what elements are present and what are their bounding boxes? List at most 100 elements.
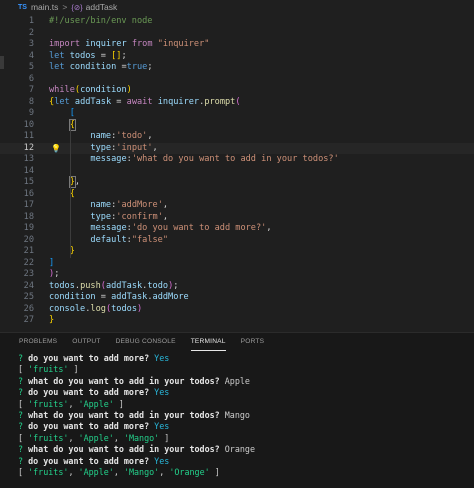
code-line[interactable]: 11 name:'todo',: [0, 131, 474, 143]
code-text: console.log(todos): [49, 304, 142, 316]
code-line[interactable]: 17 name:'addMore',: [0, 200, 474, 212]
terminal-text: [: [18, 364, 29, 375]
terminal-text: ?: [18, 375, 29, 386]
code-token: 'addMore': [116, 200, 163, 210]
code-text: name:'todo',: [49, 131, 153, 143]
code-line[interactable]: 3 import inquirer from "inquirer": [0, 39, 474, 51]
code-token: import: [49, 39, 81, 49]
code-token: let: [54, 96, 70, 107]
code-token: name: [90, 200, 112, 210]
code-token: =: [95, 292, 112, 302]
code-line[interactable]: 6: [0, 74, 474, 86]
code-line[interactable]: 7 while(condition): [0, 85, 474, 97]
line-number: 12: [23, 142, 34, 153]
code-line[interactable]: 5 let condition =true;: [0, 62, 474, 74]
code-token: 'input': [116, 142, 153, 153]
terminal-line: ? what do you want to add in your todos?…: [18, 410, 468, 421]
code-token: #!/user/bin/env node: [49, 16, 153, 26]
code-line[interactable]: 1 #!/user/bin/env node: [0, 16, 474, 28]
terminal-line: ? do you want to add more? Yes: [18, 421, 468, 432]
terminal-text: ?: [18, 455, 29, 466]
breadcrumb-symbol[interactable]: addTask: [86, 2, 118, 12]
line-number: 4: [28, 50, 34, 61]
code-line[interactable]: 19 message:'do you want to add more?',: [0, 223, 474, 235]
code-token: ,: [162, 211, 169, 222]
code-token: ,: [147, 131, 153, 141]
terminal-text: do you want to add more?: [28, 353, 155, 363]
terminal-line: [ 'fruits', 'Apple', 'Mango' ]: [18, 433, 468, 444]
line-number: 22: [23, 257, 34, 268]
terminal-text: 'fruits': [28, 466, 69, 477]
code-token: 'do you want to add more?': [131, 223, 267, 233]
tab-ports[interactable]: PORTS: [241, 333, 265, 351]
tab-problems[interactable]: PROBLEMS: [19, 333, 57, 351]
tab-debug-console[interactable]: DEBUG CONSOLE: [116, 333, 176, 351]
terminal-line: ? what do you want to add in your todos?…: [18, 444, 468, 455]
code-line[interactable]: 9 [: [0, 108, 474, 120]
code-line[interactable]: 22]: [0, 258, 474, 270]
tab-terminal[interactable]: TERMINAL: [190, 333, 226, 351]
terminal-text: do you want to add more?: [28, 387, 155, 398]
terminal[interactable]: ? do you want to add more? Yes[ 'fruits'…: [18, 353, 468, 478]
terminal-line: [ 'fruits', 'Apple' ]: [18, 399, 468, 410]
terminal-text: what do you want to add in your todos?: [28, 444, 225, 455]
line-number: 11: [23, 131, 34, 141]
terminal-line: ? do you want to add more? Yes: [18, 387, 468, 398]
code-line[interactable]: 27}: [0, 315, 474, 327]
terminal-text: Yes: [154, 387, 170, 398]
code-line[interactable]: 2: [0, 28, 474, 40]
code-line[interactable]: 15 },: [0, 176, 474, 189]
code-line[interactable]: 18 type:'confirm',: [0, 212, 474, 224]
line-number: 1: [28, 16, 34, 26]
line-number: 6: [28, 73, 34, 84]
tab-output[interactable]: OUTPUT: [72, 333, 100, 351]
line-number: 18: [23, 211, 34, 222]
code-line[interactable]: 12 💡 type:'input',: [0, 142, 474, 154]
line-number: 17: [23, 200, 34, 210]
code-line[interactable]: 23);: [0, 269, 474, 281]
line-number: 14: [23, 165, 34, 176]
code-line[interactable]: 16 {: [0, 189, 474, 201]
code-token: type: [90, 142, 112, 153]
code-line[interactable]: 20 default:"false": [0, 235, 474, 247]
code-line[interactable]: 8 {let addTask = await inquirer.prompt(: [0, 97, 474, 109]
terminal-text: ,: [68, 466, 79, 477]
line-number: 3: [28, 39, 34, 49]
code-line[interactable]: 21 }: [0, 246, 474, 258]
code-text: {: [49, 118, 76, 132]
code-editor[interactable]: 1 #!/user/bin/env node 2 3 import inquirer f…: [0, 14, 474, 332]
code-token: await: [126, 96, 153, 107]
terminal-line: ? what do you want to add in your todos?…: [18, 376, 468, 387]
code-token: ,: [266, 223, 272, 233]
code-line[interactable]: 24 todos.push(addTask.todo);: [0, 281, 474, 293]
code-line[interactable]: 14: [0, 166, 474, 178]
terminal-text: 'Mango': [123, 466, 160, 477]
code-token: todo: [147, 280, 169, 291]
code-text: ]: [49, 258, 54, 270]
line-number: 20: [23, 234, 34, 245]
code-token: (: [235, 96, 241, 107]
line-number: 8: [28, 96, 34, 107]
code-token: ,: [74, 177, 81, 187]
terminal-text: ,: [113, 466, 124, 477]
terminal-text: ]: [159, 432, 170, 443]
code-text: name:'addMore',: [49, 200, 168, 212]
terminal-text: ,: [159, 466, 170, 477]
code-token: prompt: [204, 96, 236, 107]
code-line[interactable]: 26 console.log(todos): [0, 304, 474, 316]
terminal-text: 'Mango': [123, 432, 160, 443]
code-line[interactable]: 13 message:'what do you want to add in y…: [0, 154, 474, 166]
code-token: addTask: [105, 280, 143, 291]
code-line[interactable]: 10 {: [0, 118, 474, 132]
code-token: [: [69, 108, 75, 118]
code-line[interactable]: 4 let todos = [];: [0, 51, 474, 63]
code-token: condition: [80, 85, 127, 95]
code-line[interactable]: 25 condition = addTask.addMore: [0, 292, 474, 304]
line-number: 2: [28, 27, 34, 38]
line-number: 7: [28, 85, 34, 95]
code-text: {: [49, 189, 75, 201]
breadcrumb-file[interactable]: main.ts: [31, 2, 58, 12]
terminal-text: ,: [68, 398, 79, 409]
code-text: let todos = [];: [49, 51, 127, 63]
